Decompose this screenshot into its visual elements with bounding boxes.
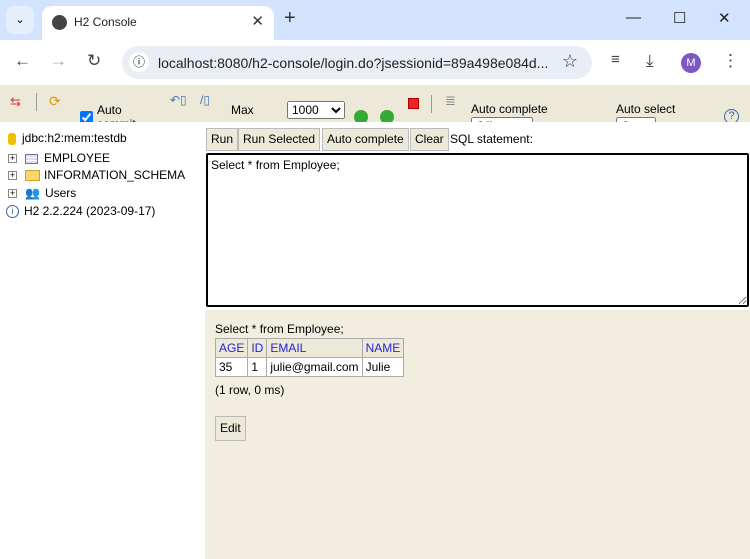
download-icon[interactable]: ⤓ [646,51,654,71]
version-label: H2 2.2.224 (2023-09-17) [24,204,156,218]
column-header-name[interactable]: NAME [361,338,405,358]
auto-complete-label: Auto complete [471,102,548,116]
expand-icon[interactable]: + [8,171,17,181]
site-info-icon[interactable]: ⓘ [129,52,149,72]
commit-icon[interactable]: /▯ [200,93,210,107]
column-header-id[interactable]: ID [247,338,268,358]
h2-toolbar: ⇆ ⟳ Auto commit ↶▯ /▯ Max 1000 ≣ Auto co… [0,85,750,122]
max-rows-label: Max [231,103,254,117]
maximize-button[interactable]: ☐ [673,9,686,27]
database-icon [8,132,16,145]
media-control-icon[interactable]: ≡ [611,51,620,68]
cell-name: Julie [361,357,405,377]
column-header-age[interactable]: AGE [214,338,249,358]
auto-select-label: Auto select [616,102,676,116]
result-panel: Select * from Employee; AGE ID EMAIL NAM… [205,310,750,559]
globe-icon [52,15,67,30]
run-icon[interactable] [354,110,368,122]
run-selected-button[interactable]: Run Selected [238,128,321,151]
tree-item-users[interactable]: + 👥 Users [8,186,76,200]
tab-strip: ⌄ H2 Console ✕ + — ☐ ✕ [0,0,750,40]
new-tab-button[interactable]: + [284,7,296,30]
expand-icon[interactable]: + [8,189,17,199]
result-table: AGE ID EMAIL NAME 35 1 julie@gmail.com J… [214,338,405,377]
tree-item-label: INFORMATION_SCHEMA [44,168,186,182]
tree-item-label: EMPLOYEE [44,151,111,165]
tree-item-label: Users [44,186,77,200]
address-bar[interactable]: ⓘ localhost:8080/h2-console/login.do?jse… [122,46,592,79]
connection-label: jdbc:h2:mem:testdb [22,131,127,145]
close-tab-icon[interactable]: ✕ [251,12,264,30]
column-header-email[interactable]: EMAIL [266,338,363,358]
users-icon: 👥 [25,186,40,200]
stop-icon[interactable] [408,98,419,109]
profile-avatar[interactable]: M [681,53,701,73]
forward-icon[interactable]: → [50,51,67,71]
cell-id: 1 [247,357,268,377]
connection-node[interactable]: jdbc:h2:mem:testdb [8,131,127,145]
browser-toolbar: ← → ↻ ⓘ localhost:8080/h2-console/login.… [0,40,750,85]
url-text[interactable]: localhost:8080/h2-console/login.do?jsess… [158,55,548,71]
expand-icon[interactable]: + [8,154,17,164]
auto-commit-checkbox[interactable] [80,111,93,122]
max-rows-select[interactable]: 1000 [287,101,345,119]
history-icon[interactable]: ≣ [445,93,456,109]
reload-icon[interactable]: ↻ [87,51,101,71]
tab-title: H2 Console [74,15,137,29]
divider [36,93,37,111]
cell-email: julie@gmail.com [266,357,363,377]
edit-button[interactable]: Edit [215,416,246,441]
tree-item-employee[interactable]: + EMPLOYEE [8,151,110,165]
refresh-icon[interactable]: ⟳ [49,93,61,110]
help-icon[interactable]: ? [724,109,739,122]
minimize-button[interactable]: — [626,9,641,26]
auto-commit-label: Auto commit [97,103,136,122]
version-info: i H2 2.2.224 (2023-09-17) [6,204,156,219]
close-window-button[interactable]: ✕ [718,9,731,27]
tab-h2-console[interactable]: H2 Console ✕ [42,6,274,40]
header-row: AGE ID EMAIL NAME [214,338,405,358]
run-button[interactable]: Run [206,128,239,151]
menu-icon[interactable]: ⋮ [722,51,739,71]
info-icon: i [6,205,19,219]
run-selected-icon[interactable] [380,110,394,122]
result-summary: (1 row, 0 ms) [215,383,285,397]
table-row: 35 1 julie@gmail.com Julie [214,357,405,377]
cell-age: 35 [214,357,249,377]
sql-input[interactable]: Select * from Employee; [206,153,749,307]
result-statement: Select * from Employee; [215,322,344,336]
tree-item-information-schema[interactable]: + INFORMATION_SCHEMA [8,168,185,182]
back-icon[interactable]: ← [14,51,31,71]
disconnect-icon[interactable]: ⇆ [10,94,21,110]
divider [431,95,432,113]
folder-icon [25,170,40,182]
tab-search-button[interactable]: ⌄ [6,6,34,34]
clear-button[interactable]: Clear [410,128,449,151]
table-icon [25,153,38,164]
query-panel: Run Run Selected Auto complete Clear SQL… [205,122,750,310]
auto-complete-button[interactable]: Auto complete [322,128,409,151]
bookmark-star-icon[interactable]: ☆ [562,51,578,72]
rollback-icon[interactable]: ↶▯ [170,93,187,107]
sql-statement-label: SQL statement: [450,132,533,146]
schema-tree: jdbc:h2:mem:testdb + EMPLOYEE + INFORMATIO… [0,122,205,559]
